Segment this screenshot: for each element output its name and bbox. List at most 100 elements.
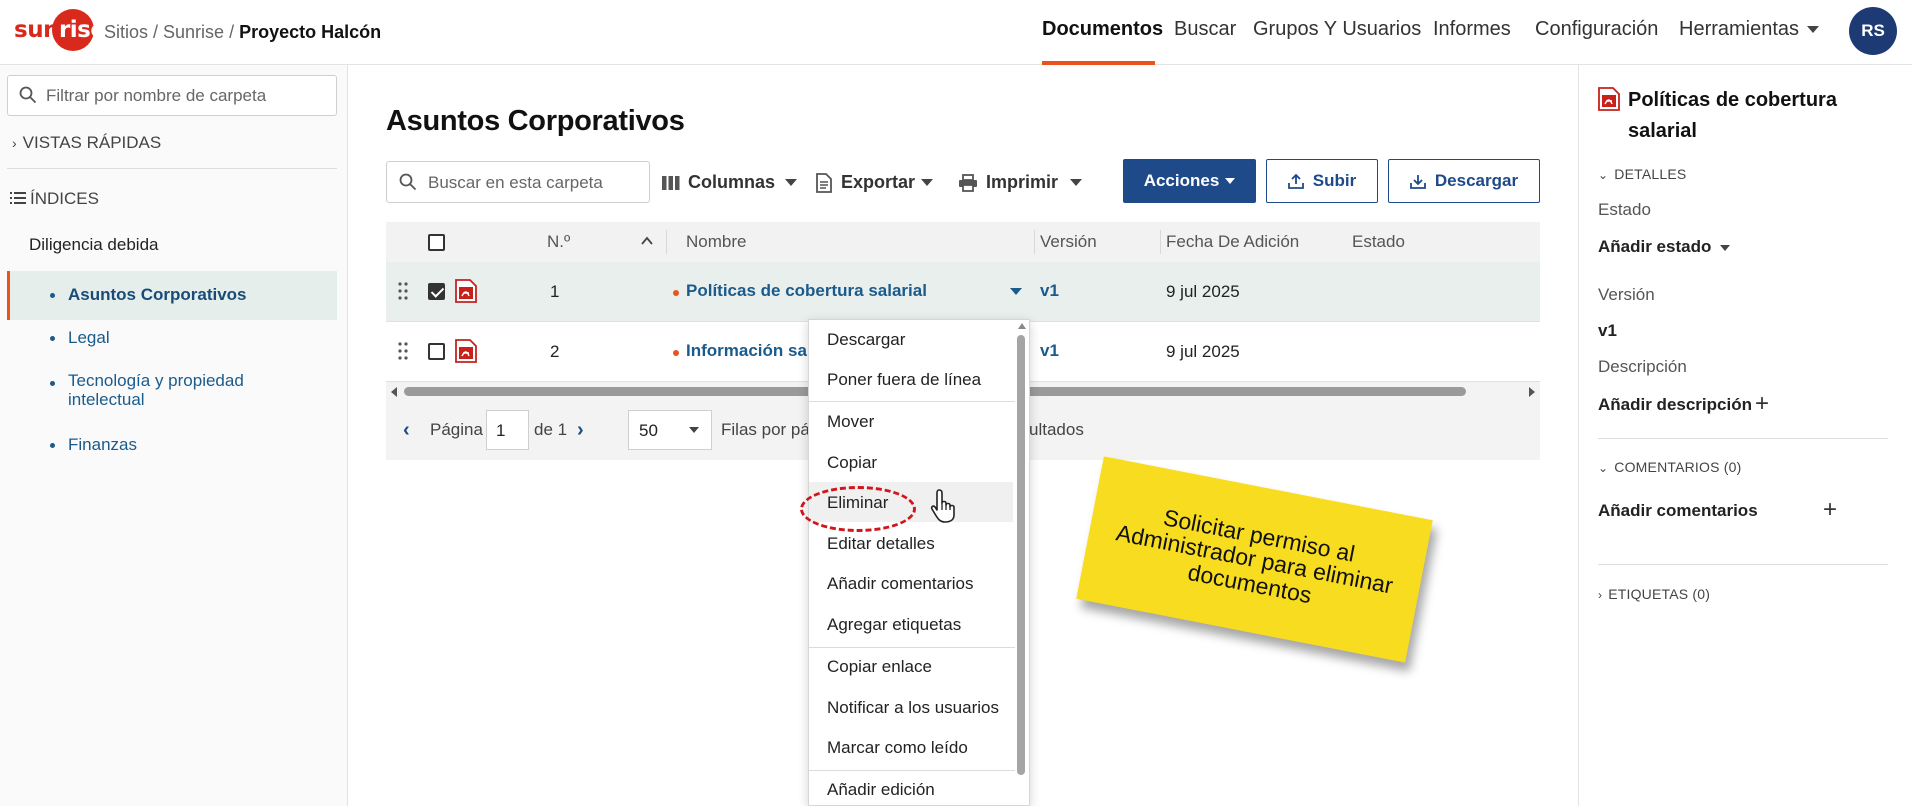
rows-per-page-value: 50 <box>639 421 658 440</box>
nav-grupos-usuarios[interactable]: Grupos Y Usuarios <box>1253 18 1421 41</box>
divider <box>1598 438 1888 439</box>
results-label: ultados <box>1029 420 1084 439</box>
sidebar-item-finanzas[interactable]: Finanzas <box>7 426 337 466</box>
select-all-checkbox[interactable] <box>428 234 445 251</box>
menu-item-descargar[interactable]: Descargar <box>827 330 905 350</box>
actions-button[interactable]: Acciones <box>1123 159 1256 203</box>
version-link[interactable]: v1 <box>1040 281 1059 301</box>
rows-per-page-select[interactable]: 50 <box>628 410 712 450</box>
nav-informes[interactable]: Informes <box>1433 18 1511 41</box>
chevron-down-icon <box>1720 244 1731 251</box>
column-divider <box>1160 230 1161 254</box>
columns-label: Columnas <box>688 172 776 192</box>
details-section-toggle[interactable]: ⌄ DETALLES <box>1598 166 1686 182</box>
scroll-left-arrow-icon[interactable] <box>391 387 397 397</box>
quick-views-toggle[interactable]: › VISTAS RÁPIDAS <box>12 133 161 153</box>
export-button[interactable]: Exportar <box>815 172 934 193</box>
menu-item-editar-detalles[interactable]: Editar detalles <box>827 534 935 554</box>
status-select[interactable]: Añadir estado <box>1598 237 1731 257</box>
add-comment-plus-icon[interactable]: + <box>1823 496 1837 524</box>
table-row[interactable]: 1 Políticas de cobertura salarial v1 9 j… <box>386 262 1540 322</box>
next-page-icon[interactable]: › <box>577 419 584 442</box>
menu-item-notificar-usuarios[interactable]: Notificar a los usuarios <box>827 698 999 718</box>
pdf-file-icon <box>455 339 477 363</box>
details-section-label: DETALLES <box>1614 166 1687 182</box>
drag-handle-icon[interactable] <box>398 342 408 360</box>
version-value: v1 <box>1598 321 1617 340</box>
search-icon <box>399 173 417 191</box>
divider <box>1598 564 1888 565</box>
date-added: 9 jul 2025 <box>1166 282 1240 301</box>
pdf-file-icon <box>1598 87 1620 111</box>
pdf-file-icon <box>455 279 477 303</box>
columns-icon <box>662 175 680 190</box>
column-header-name[interactable]: Nombre <box>686 232 746 252</box>
menu-divider <box>809 401 1015 402</box>
folder-search-input[interactable]: Buscar en esta carpeta <box>386 161 650 203</box>
chevron-down-icon: ⌄ <box>1598 461 1609 475</box>
sidebar-item-label: Finanzas <box>68 435 137 454</box>
breadcrumb-sep: / <box>224 22 240 42</box>
indices-toggle[interactable]: ÍNDICES <box>10 189 99 209</box>
menu-item-poner-fuera-de-linea[interactable]: Poner fuera de línea <box>827 370 981 390</box>
column-header-num[interactable]: N.º <box>547 232 570 252</box>
menu-item-marcar-como-leido[interactable]: Marcar como leído <box>827 738 968 758</box>
breadcrumb-site[interactable]: Sunrise <box>163 22 224 42</box>
print-label: Imprimir <box>986 172 1059 192</box>
document-name-link[interactable]: Políticas de cobertura salarial <box>686 281 927 301</box>
menu-item-copiar[interactable]: Copiar <box>827 453 877 473</box>
nav-documentos[interactable]: Documentos <box>1042 18 1163 41</box>
bullet <box>50 336 55 341</box>
nav-herramientas[interactable]: Herramientas <box>1679 18 1820 41</box>
chevron-down-icon <box>785 179 798 186</box>
version-link[interactable]: v1 <box>1040 341 1059 361</box>
document-name-link[interactable]: Información sal <box>686 341 812 361</box>
print-button[interactable]: Imprimir <box>958 172 1083 193</box>
row-menu-chevron-icon[interactable] <box>1010 288 1022 295</box>
upload-button[interactable]: Subir <box>1266 159 1378 203</box>
page-number-input[interactable]: 1 <box>486 410 529 450</box>
page-label: Página <box>430 420 483 439</box>
menu-item-mover[interactable]: Mover <box>827 412 874 432</box>
column-header-date[interactable]: Fecha De Adición <box>1166 232 1299 252</box>
avatar[interactable]: RS <box>1849 7 1897 55</box>
menu-divider <box>809 647 1015 648</box>
plus-icon[interactable]: + <box>1755 390 1769 418</box>
chevron-down-icon <box>1807 26 1820 34</box>
row-checkbox[interactable] <box>428 283 445 300</box>
menu-item-copiar-enlace[interactable]: Copiar enlace <box>827 657 932 677</box>
row-context-menu: Descargar Poner fuera de línea Mover Cop… <box>808 319 1030 806</box>
sidebar-item-legal[interactable]: Legal <box>7 319 337 359</box>
divider <box>7 168 337 169</box>
scroll-right-arrow-icon[interactable] <box>1529 387 1535 397</box>
download-button[interactable]: Descargar <box>1388 159 1540 203</box>
column-divider <box>666 230 667 254</box>
tags-section-toggle[interactable]: › ETIQUETAS (0) <box>1598 586 1710 602</box>
tree-root-diligencia[interactable]: Diligencia debida <box>29 235 158 255</box>
nav-buscar[interactable]: Buscar <box>1174 18 1236 41</box>
menu-scroll-up-icon[interactable] <box>1018 323 1026 329</box>
nav-active-indicator <box>1042 61 1155 65</box>
column-header-version[interactable]: Versión <box>1040 232 1097 252</box>
menu-item-anadir-comentarios[interactable]: Añadir comentarios <box>827 574 973 594</box>
row-checkbox[interactable] <box>428 343 445 360</box>
breadcrumb-sites[interactable]: Sitios <box>104 22 148 42</box>
menu-item-agregar-etiquetas[interactable]: Agregar etiquetas <box>827 615 961 635</box>
list-icon <box>10 192 26 204</box>
menu-scrollbar-thumb[interactable] <box>1017 335 1025 775</box>
drag-handle-icon[interactable] <box>398 282 408 300</box>
comments-section-toggle[interactable]: ⌄ COMENTARIOS (0) <box>1598 459 1741 475</box>
folder-filter-input[interactable]: Filtrar por nombre de carpeta <box>7 75 337 116</box>
previous-page-icon[interactable]: ‹ <box>403 419 410 442</box>
nav-configuracion[interactable]: Configuración <box>1535 18 1658 41</box>
menu-item-anadir-edicion[interactable]: Añadir edición <box>827 780 935 800</box>
columns-button[interactable]: Columnas <box>662 172 798 193</box>
column-header-status[interactable]: Estado <box>1352 232 1405 252</box>
sidebar-item-tecnologia[interactable]: Tecnología y propiedad intelectual <box>7 371 337 421</box>
sunrise-logo[interactable]: sunrise <box>14 9 106 51</box>
quick-views-label: VISTAS RÁPIDAS <box>22 133 162 152</box>
sidebar-item-asuntos-corporativos[interactable]: Asuntos Corporativos <box>7 271 337 320</box>
add-description-button[interactable]: Añadir descripción <box>1598 395 1752 415</box>
search-placeholder: Buscar en esta carpeta <box>428 173 603 192</box>
sort-ascending-icon[interactable] <box>641 236 653 245</box>
